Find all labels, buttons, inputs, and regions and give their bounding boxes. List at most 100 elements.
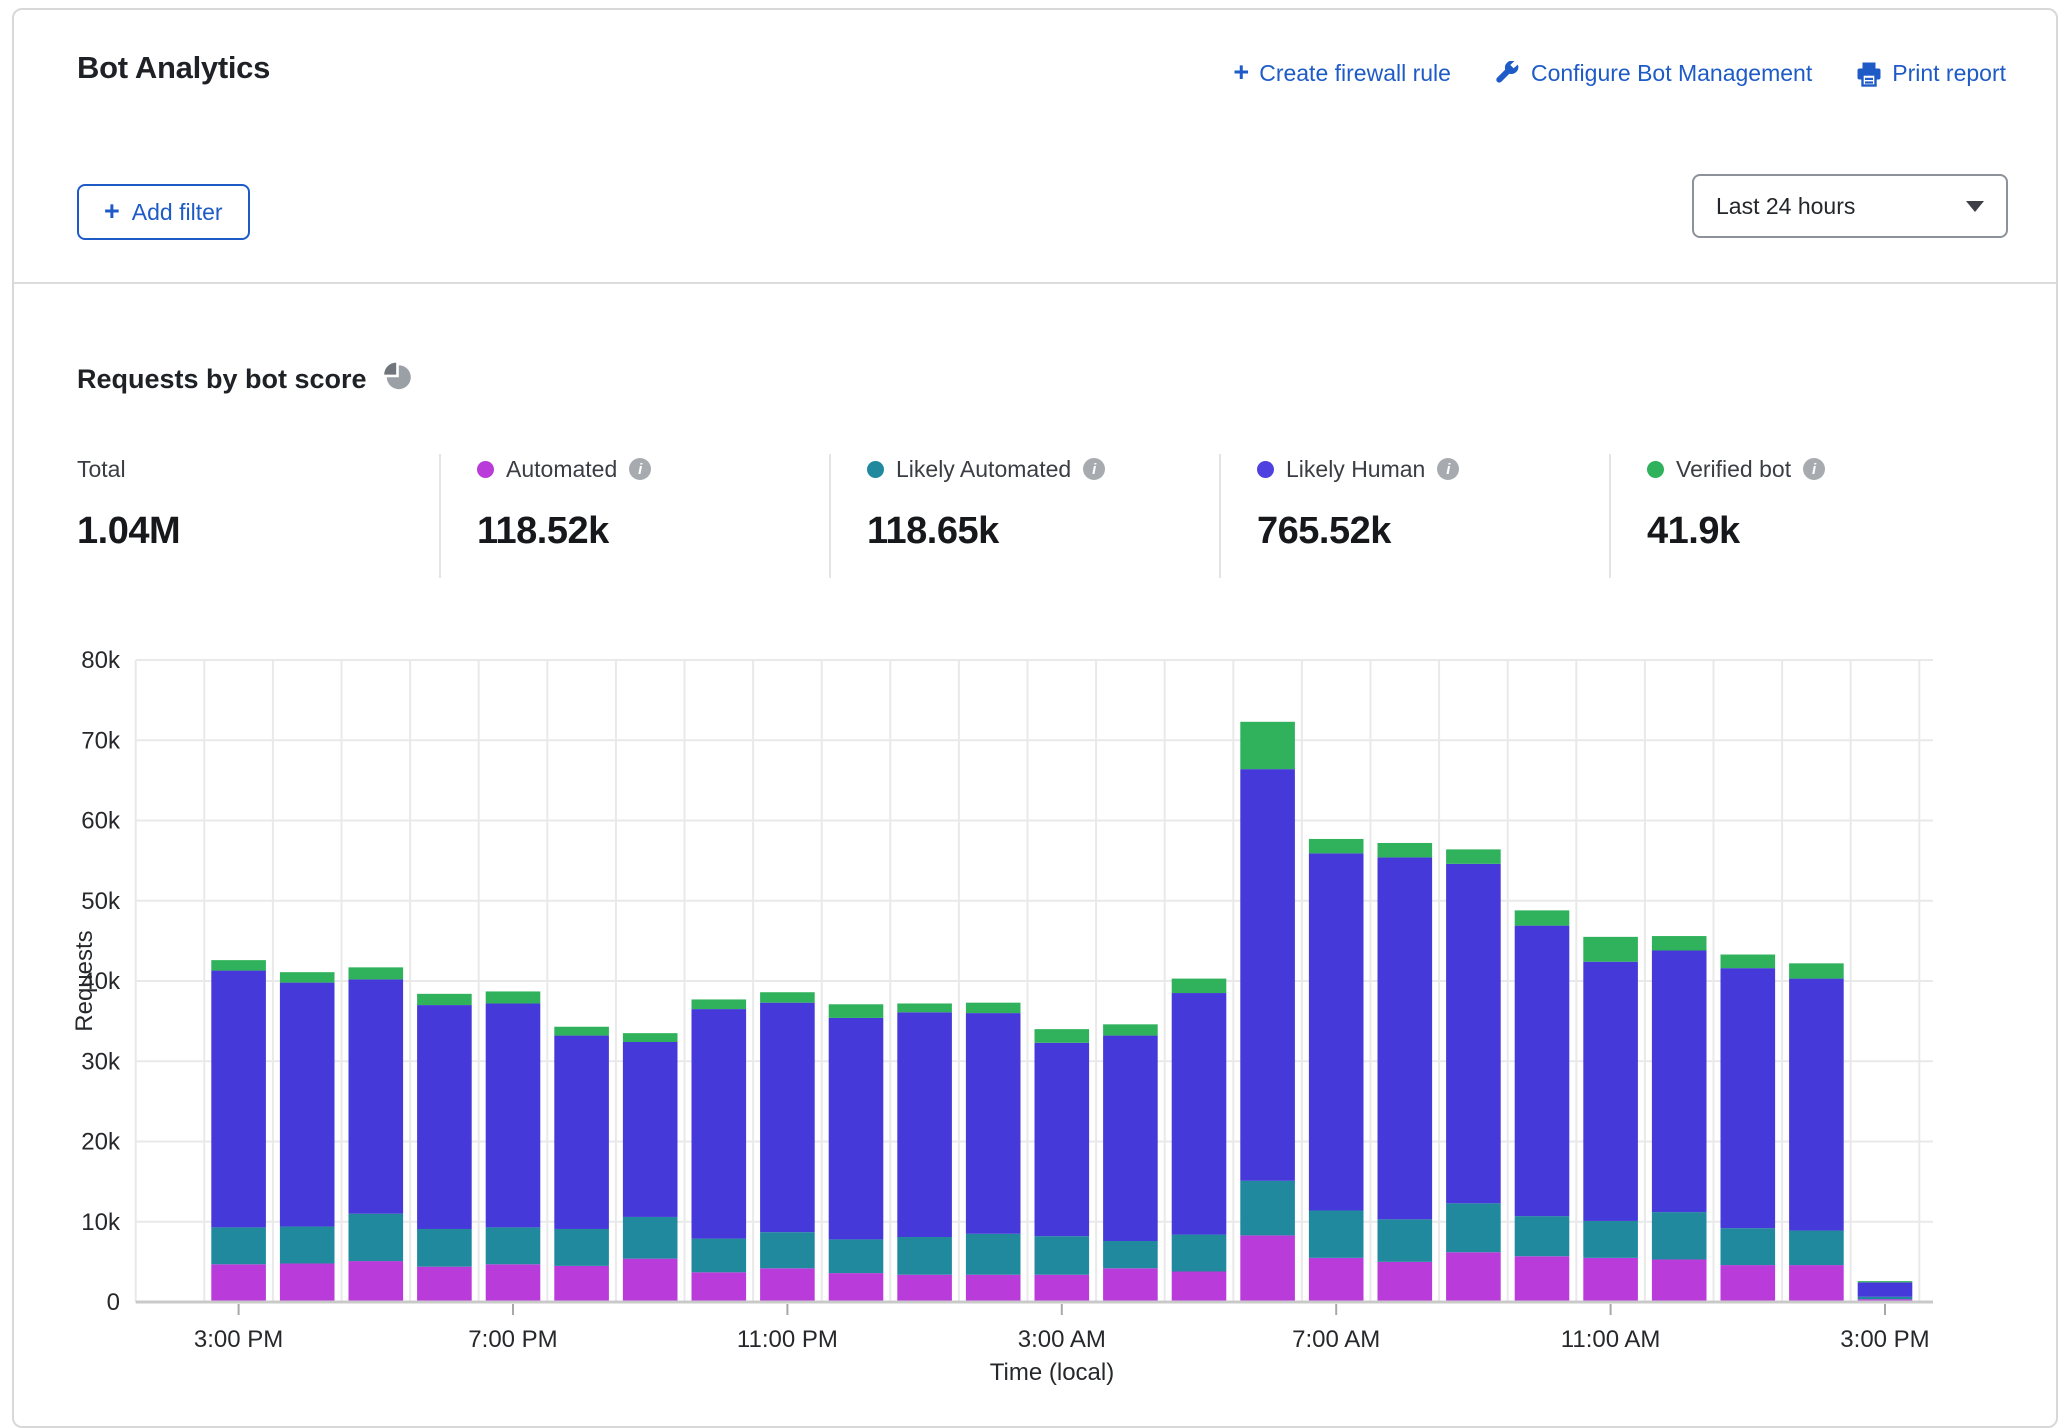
- bar-segment: [1378, 843, 1433, 857]
- pie-chart-icon: [383, 362, 413, 397]
- bar-segment: [623, 1217, 678, 1259]
- bar-segment: [1378, 1262, 1433, 1302]
- bar-segment: [1378, 857, 1433, 1219]
- bar-segment: [1583, 1221, 1638, 1258]
- bar-segment: [1652, 951, 1707, 1213]
- bar-segment: [417, 1267, 472, 1302]
- bar-segment: [1378, 1219, 1433, 1262]
- bar-segment: [486, 991, 541, 1003]
- create-firewall-rule-link[interactable]: + Create firewall rule: [1233, 60, 1451, 87]
- bar-segment: [1172, 1272, 1227, 1302]
- bar-segment: [1309, 853, 1364, 1210]
- chevron-down-icon: [1966, 201, 1984, 212]
- bar-segment: [211, 960, 266, 970]
- y-tick-label: 60k: [81, 808, 121, 835]
- stat-total: Total 1.04M: [77, 454, 180, 553]
- stat-divider: [1219, 454, 1221, 578]
- stat-likely-automated-value: 118.65k: [867, 510, 1105, 553]
- bar-segment: [1103, 1036, 1158, 1241]
- requests-by-bot-score-chart: 3:00 PM7:00 PM11:00 PM3:00 AM7:00 AM11:0…: [0, 630, 2070, 1394]
- bar-segment: [1515, 926, 1570, 1217]
- bar-segment: [1172, 993, 1227, 1235]
- bar-segment: [1240, 722, 1295, 769]
- page-title: Bot Analytics: [77, 50, 270, 86]
- stat-verified-bot-value: 41.9k: [1647, 510, 1825, 553]
- stat-likely-human: Likely Human i 765.52k: [1257, 454, 1459, 553]
- bar-segment: [1035, 1029, 1090, 1043]
- bar-segment: [349, 1261, 404, 1302]
- bar-segment: [897, 1003, 952, 1012]
- bar-segment: [1240, 769, 1295, 1181]
- bar-segment: [1446, 1252, 1501, 1302]
- likely-human-dot-icon: [1257, 461, 1274, 478]
- card-header: Bot Analytics + Create firewall rule Con…: [14, 10, 2056, 284]
- bar-segment: [897, 1012, 952, 1237]
- bar-segment: [1172, 979, 1227, 993]
- bar-segment: [1789, 1231, 1844, 1266]
- bar-segment: [1789, 979, 1844, 1231]
- bar-segment: [554, 1027, 609, 1036]
- info-icon[interactable]: i: [1083, 458, 1105, 480]
- time-range-dropdown[interactable]: Last 24 hours: [1692, 174, 2008, 238]
- stat-likely-automated-label: Likely Automated: [896, 456, 1071, 483]
- bar-segment: [966, 1234, 1021, 1275]
- x-axis-title: Time (local): [990, 1359, 1114, 1386]
- bar-segment: [280, 983, 335, 1227]
- bar-segment: [417, 1005, 472, 1229]
- automated-dot-icon: [477, 461, 494, 478]
- bar-segment: [1446, 1203, 1501, 1252]
- info-icon[interactable]: i: [1803, 458, 1825, 480]
- y-tick-label: 80k: [81, 647, 121, 674]
- stat-divider: [829, 454, 831, 578]
- bar-segment: [760, 1003, 815, 1233]
- bar-segment: [1721, 1265, 1776, 1302]
- bar-segment: [829, 1239, 884, 1273]
- x-tick-label: 7:00 PM: [468, 1326, 557, 1353]
- wrench-icon: [1495, 61, 1521, 87]
- bar-segment: [760, 992, 815, 1002]
- bar-segment: [1652, 1259, 1707, 1302]
- x-tick-label: 3:00 PM: [1840, 1326, 1929, 1353]
- y-axis-title: Requests: [71, 930, 98, 1031]
- bar-segment: [486, 1003, 541, 1227]
- bar-segment: [554, 1036, 609, 1229]
- bar-segment: [1789, 963, 1844, 978]
- likely-automated-dot-icon: [867, 461, 884, 478]
- header-actions: + Create firewall rule Configure Bot Man…: [1233, 60, 2006, 87]
- bar-segment: [966, 1003, 1021, 1013]
- bar-segment: [1103, 1241, 1158, 1268]
- stat-likely-automated: Likely Automated i 118.65k: [867, 454, 1105, 553]
- printer-icon: [1856, 61, 1882, 87]
- bar-segment: [349, 1214, 404, 1261]
- bar-segment: [966, 1275, 1021, 1302]
- configure-bot-management-link[interactable]: Configure Bot Management: [1495, 60, 1812, 87]
- time-range-value: Last 24 hours: [1716, 193, 1966, 220]
- stat-divider: [439, 454, 441, 578]
- bar-segment: [280, 972, 335, 982]
- stat-automated-value: 118.52k: [477, 510, 651, 553]
- bar-segment: [966, 1013, 1021, 1234]
- plus-icon: +: [104, 198, 120, 225]
- bar-segment: [417, 994, 472, 1005]
- bar-segment: [211, 1227, 266, 1264]
- bar-segment: [1515, 910, 1570, 925]
- stat-verified-bot-label: Verified bot: [1676, 456, 1791, 483]
- bar-segment: [349, 967, 404, 979]
- add-filter-button[interactable]: + Add filter: [77, 184, 250, 240]
- info-icon[interactable]: i: [629, 458, 651, 480]
- stat-verified-bot: Verified bot i 41.9k: [1647, 454, 1825, 553]
- bar-segment: [829, 1004, 884, 1018]
- bar-segment: [1103, 1024, 1158, 1035]
- bar-segment: [1446, 864, 1501, 1203]
- bar-segment: [1583, 937, 1638, 962]
- add-filter-label: Add filter: [132, 199, 223, 226]
- bar-segment: [692, 999, 747, 1009]
- print-report-link[interactable]: Print report: [1856, 60, 2006, 87]
- x-tick-label: 7:00 AM: [1292, 1326, 1380, 1353]
- bar-segment: [1240, 1235, 1295, 1302]
- info-icon[interactable]: i: [1437, 458, 1459, 480]
- stat-automated: Automated i 118.52k: [477, 454, 651, 553]
- bar-segment: [1721, 1228, 1776, 1265]
- bar-segment: [1446, 849, 1501, 863]
- bar-segment: [1652, 936, 1707, 950]
